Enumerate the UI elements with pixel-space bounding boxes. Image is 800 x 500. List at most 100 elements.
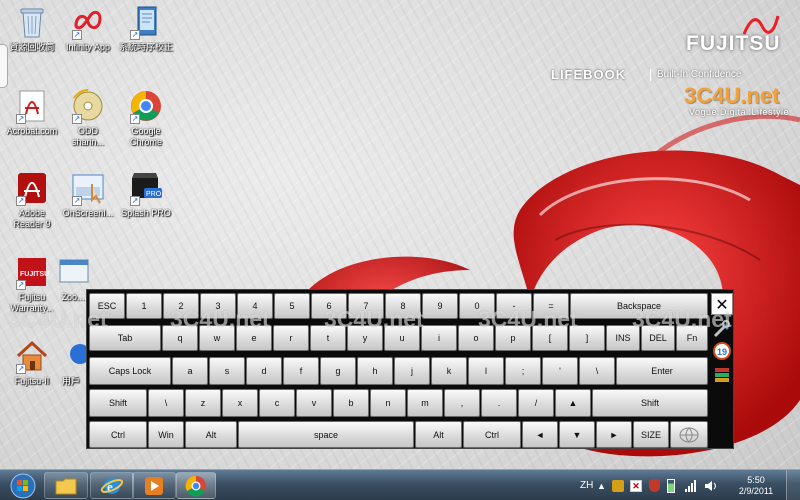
key-8[interactable]: 8 <box>385 293 421 319</box>
key-l[interactable]: l <box>468 357 504 385</box>
key-right-ctrl[interactable]: Ctrl <box>463 421 521 448</box>
key-m[interactable]: m <box>407 389 443 417</box>
key-arrow-up[interactable]: ▲ <box>555 389 591 417</box>
key-arrow-right[interactable]: ► <box>596 421 632 448</box>
key-6[interactable]: 6 <box>311 293 347 319</box>
key-1[interactable]: 1 <box>126 293 162 319</box>
language-indicator[interactable]: ZH <box>580 470 593 500</box>
key-y[interactable]: y <box>347 325 383 351</box>
key-right-bracket[interactable]: ] <box>569 325 605 351</box>
key-left-ctrl[interactable]: Ctrl <box>89 421 147 448</box>
key-arrow-left[interactable]: ◄ <box>522 421 558 448</box>
desktop-icon-google-chrome[interactable]: ↗ Google Chrome <box>114 88 178 148</box>
taskbar-chrome[interactable] <box>176 472 216 499</box>
key-5[interactable]: 5 <box>274 293 310 319</box>
key-right-shift[interactable]: Shift <box>592 389 708 417</box>
key-arrow-down[interactable]: ▼ <box>559 421 595 448</box>
tray-icon-battery[interactable] <box>667 470 675 500</box>
key-i[interactable]: i <box>421 325 457 351</box>
key-k[interactable]: k <box>431 357 467 385</box>
key-a[interactable]: a <box>172 357 208 385</box>
key-slash[interactable]: / <box>518 389 554 417</box>
desktop-icon-fujitsu-ii[interactable]: ↗ Fujitsu-II <box>0 338 64 387</box>
key-backslash[interactable]: \ <box>579 357 615 385</box>
key-c[interactable]: c <box>259 389 295 417</box>
key-n[interactable]: n <box>370 389 406 417</box>
key-esc[interactable]: ESC <box>89 293 125 319</box>
keyboard-layout-button[interactable]: 19 <box>711 340 733 362</box>
key-v[interactable]: v <box>296 389 332 417</box>
key-b[interactable]: b <box>333 389 369 417</box>
desktop-icon-acrobat-com[interactable]: ↗ Acrobat.com <box>0 88 64 137</box>
taskbar-media-player[interactable] <box>132 472 176 499</box>
key-caps-lock[interactable]: Caps Lock <box>89 357 171 385</box>
key-space[interactable]: space <box>238 421 414 448</box>
desktop-icon-zoom[interactable]: Zoo... <box>56 254 90 303</box>
desktop-icon-odd-sharing[interactable]: ↗ ODD sharin... <box>56 88 120 148</box>
key-9[interactable]: 9 <box>422 293 458 319</box>
key-o[interactable]: o <box>458 325 494 351</box>
key-2[interactable]: 2 <box>163 293 199 319</box>
key-g[interactable]: g <box>320 357 356 385</box>
key-left-bracket[interactable]: [ <box>532 325 568 351</box>
key-s[interactable]: s <box>209 357 245 385</box>
key-f[interactable]: f <box>283 357 319 385</box>
key-u[interactable]: u <box>384 325 420 351</box>
key-r[interactable]: r <box>273 325 309 351</box>
key-fn[interactable]: Fn <box>676 325 708 351</box>
key-p[interactable]: p <box>495 325 531 351</box>
keyboard-logo-key[interactable] <box>670 421 708 448</box>
desktop-icon-system-tool[interactable]: ↗ 系統時序校正 <box>114 4 178 53</box>
taskbar-internet-explorer[interactable]: e <box>90 472 134 499</box>
key-left-alt[interactable]: Alt <box>185 421 237 448</box>
key-minus[interactable]: - <box>496 293 532 319</box>
key-win[interactable]: Win <box>148 421 184 448</box>
key-size[interactable]: SIZE <box>633 421 669 448</box>
key-q[interactable]: q <box>162 325 198 351</box>
key-t[interactable]: t <box>310 325 346 351</box>
key-h[interactable]: h <box>357 357 393 385</box>
tray-icon-network-warning[interactable]: ✕ <box>630 470 642 500</box>
key-right-alt[interactable]: Alt <box>415 421 462 448</box>
key-0[interactable]: 0 <box>459 293 495 319</box>
key-w[interactable]: w <box>199 325 235 351</box>
desktop-icon-user[interactable]: 用戶 <box>56 338 90 387</box>
key-e[interactable]: e <box>236 325 272 351</box>
desktop-icon-infinity-app[interactable]: ↗ Infinity App <box>56 4 120 53</box>
desktop-icon-adobe-reader[interactable]: ↗ Adobe Reader 9 <box>0 170 64 230</box>
key-3[interactable]: 3 <box>200 293 236 319</box>
key-z[interactable]: z <box>185 389 221 417</box>
key-7[interactable]: 7 <box>348 293 384 319</box>
show-desktop-button[interactable] <box>786 470 800 500</box>
key-tab[interactable]: Tab <box>89 325 161 351</box>
tray-icon-signal[interactable] <box>684 470 698 500</box>
taskbar-explorer[interactable] <box>44 472 88 499</box>
keyboard-dictionary-button[interactable] <box>711 363 733 385</box>
start-button[interactable] <box>4 472 42 499</box>
key-left-shift[interactable]: Shift <box>89 389 147 417</box>
key-x[interactable]: x <box>222 389 258 417</box>
key-4[interactable]: 4 <box>237 293 273 319</box>
key-d[interactable]: d <box>246 357 282 385</box>
key-ins[interactable]: INS <box>606 325 640 351</box>
clock[interactable]: 5:50 2/9/2011 <box>732 470 780 500</box>
desktop-icon-onscreen-keyboard[interactable]: ↗ OnScreenI... <box>56 170 120 219</box>
key-iso-backslash[interactable]: \ <box>148 389 184 417</box>
keyboard-settings-button[interactable] <box>711 318 733 340</box>
desktop-icon-recycle-bin[interactable]: 資源回收筒 <box>0 4 64 53</box>
key-quote[interactable]: ' <box>542 357 578 385</box>
key-enter[interactable]: Enter <box>616 357 708 385</box>
key-backspace[interactable]: Backspace <box>570 293 708 319</box>
keyboard-close-button[interactable]: ✕ <box>711 293 733 315</box>
key-period[interactable]: . <box>481 389 517 417</box>
desktop-icon-splash-pro[interactable]: PRO ↗ Splash PRO <box>114 170 178 219</box>
tray-icon-shield[interactable] <box>649 470 660 500</box>
key-semicolon[interactable]: ; <box>505 357 541 385</box>
desktop-icon-fujitsu-warranty[interactable]: FUJITSU ↗ Fujitsu Warranty... <box>0 254 64 314</box>
key-del[interactable]: DEL <box>641 325 675 351</box>
key-comma[interactable]: , <box>444 389 480 417</box>
tray-expand-icon[interactable]: ▲ <box>597 470 606 500</box>
tray-icon-app[interactable] <box>612 470 624 500</box>
tray-icon-volume[interactable] <box>703 470 719 500</box>
key-equals[interactable]: = <box>533 293 569 319</box>
